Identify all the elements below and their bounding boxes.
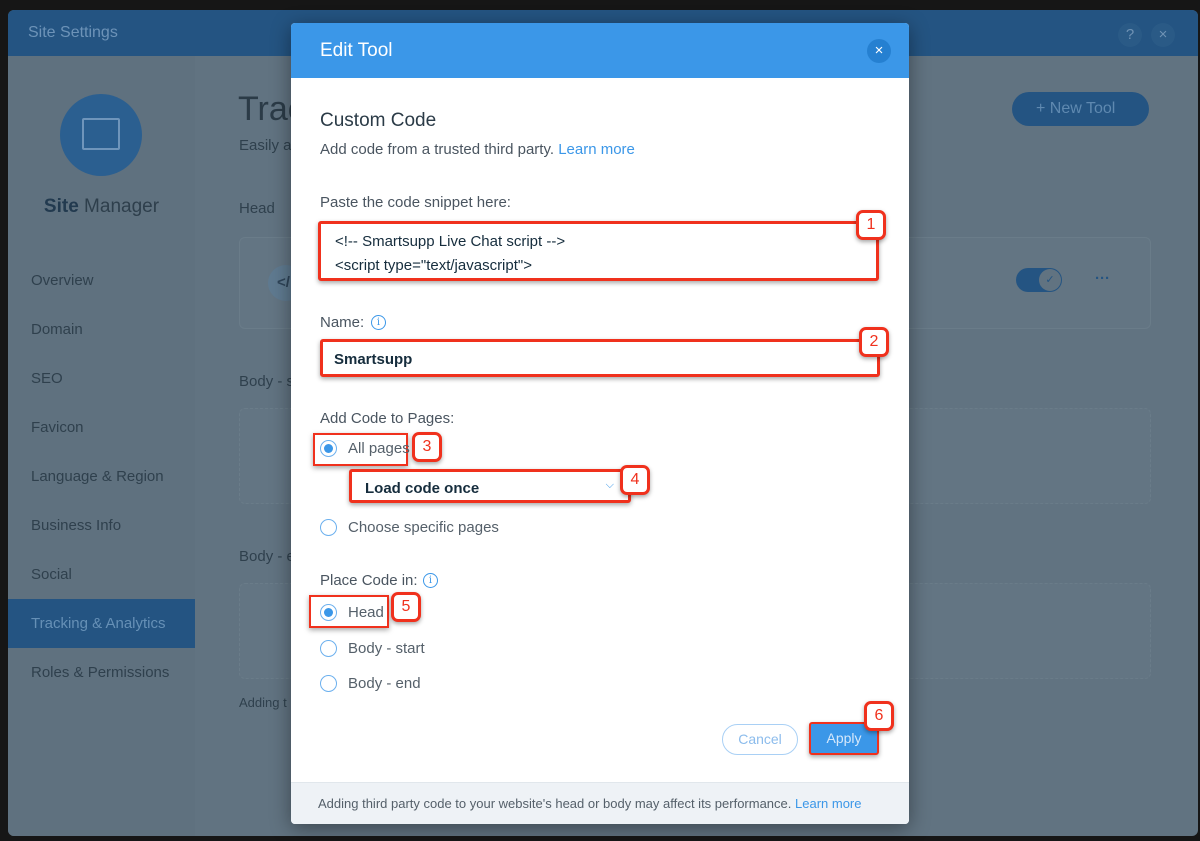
load-code-dropdown[interactable]: Load code once ⌵: [349, 469, 631, 503]
pages-label: Add Code to Pages:: [320, 410, 455, 427]
name-label: Name:: [320, 314, 365, 331]
head-label: Head: [348, 604, 384, 621]
body-start-label: Body - s: [239, 373, 295, 390]
cancel-button[interactable]: Cancel: [722, 724, 798, 755]
plus-icon: +: [1036, 100, 1050, 117]
snippet-line: <script type="text/javascript">: [335, 257, 532, 274]
more-options-icon[interactable]: ···: [1095, 270, 1110, 287]
close-icon[interactable]: ×: [1151, 23, 1175, 47]
chevron-down-icon: ⌵: [605, 479, 614, 491]
page-subtitle: Easily a: [239, 137, 292, 154]
learn-more-link[interactable]: Learn more: [558, 141, 635, 158]
section-title: Custom Code: [320, 110, 437, 131]
dialog-footer: Adding third party code to your website'…: [291, 782, 909, 824]
sidebar-item-roles-permissions[interactable]: Roles & Permissions: [8, 648, 195, 697]
annotation-badge-1: 1: [856, 210, 886, 240]
info-icon[interactable]: i: [423, 573, 438, 588]
brand-label: Site Manager: [43, 196, 160, 217]
annotation-badge-4: 4: [620, 465, 650, 495]
code-snippet-textarea[interactable]: <!-- Smartsupp Live Chat script --> <scr…: [318, 221, 879, 281]
sidebar-item-business-info[interactable]: Business Info: [8, 501, 195, 550]
sidebar-item-domain[interactable]: Domain: [8, 305, 195, 354]
all-pages-radio[interactable]: [320, 440, 337, 457]
annotation-badge-2: 2: [859, 327, 889, 357]
dialog-title: Edit Tool: [320, 40, 393, 61]
adding-note: Adding t: [239, 695, 287, 710]
annotation-badge-6: 6: [864, 701, 894, 731]
help-icon[interactable]: ?: [1118, 23, 1142, 47]
body-start-label: Body - start: [348, 640, 425, 657]
sidebar-item-language-region[interactable]: Language & Region: [8, 452, 195, 501]
annotation-badge-3: 3: [412, 432, 442, 462]
browser-window-icon: [82, 118, 120, 150]
footer-learn-more-link[interactable]: Learn more: [795, 796, 861, 811]
performance-note: Adding third party code to your website'…: [318, 796, 792, 811]
sidebar-item-favicon[interactable]: Favicon: [8, 403, 195, 452]
sidebar: Site Manager Overview Domain SEO Favicon…: [8, 56, 195, 836]
close-icon[interactable]: ×: [867, 39, 891, 63]
dialog-header: Edit Tool: [291, 23, 909, 78]
snippet-label: Paste the code snippet here:: [320, 194, 511, 211]
body-end-radio[interactable]: [320, 675, 337, 692]
body-start-radio[interactable]: [320, 640, 337, 657]
new-tool-button[interactable]: + New Tool: [1012, 92, 1149, 126]
specific-pages-radio[interactable]: [320, 519, 337, 536]
site-manager-logo: [60, 94, 142, 176]
name-input[interactable]: Smartsupp: [320, 339, 880, 377]
app-title: Site Settings: [28, 24, 118, 41]
tool-toggle[interactable]: ✓: [1016, 268, 1062, 292]
sidebar-item-social[interactable]: Social: [8, 550, 195, 599]
sidebar-item-tracking-analytics[interactable]: Tracking & Analytics: [8, 599, 195, 648]
snippet-line: <!-- Smartsupp Live Chat script -->: [335, 233, 566, 250]
annotation-badge-5: 5: [391, 592, 421, 622]
place-label: Place Code in:: [320, 572, 418, 589]
body-end-label: Body - end: [348, 675, 421, 692]
head-section-label: Head: [239, 200, 275, 217]
specific-pages-label: Choose specific pages: [348, 519, 499, 536]
section-description: Add code from a trusted third party. Lea…: [320, 141, 635, 158]
info-icon[interactable]: i: [371, 315, 386, 330]
edit-tool-dialog: Edit Tool × Custom Code Add code from a …: [291, 23, 909, 824]
sidebar-item-seo[interactable]: SEO: [8, 354, 195, 403]
head-radio[interactable]: [320, 604, 337, 621]
check-icon: ✓: [1039, 269, 1061, 291]
sidebar-item-overview[interactable]: Overview: [8, 256, 195, 305]
body-end-label: Body - e: [239, 548, 295, 565]
all-pages-label: All pages: [348, 440, 410, 457]
